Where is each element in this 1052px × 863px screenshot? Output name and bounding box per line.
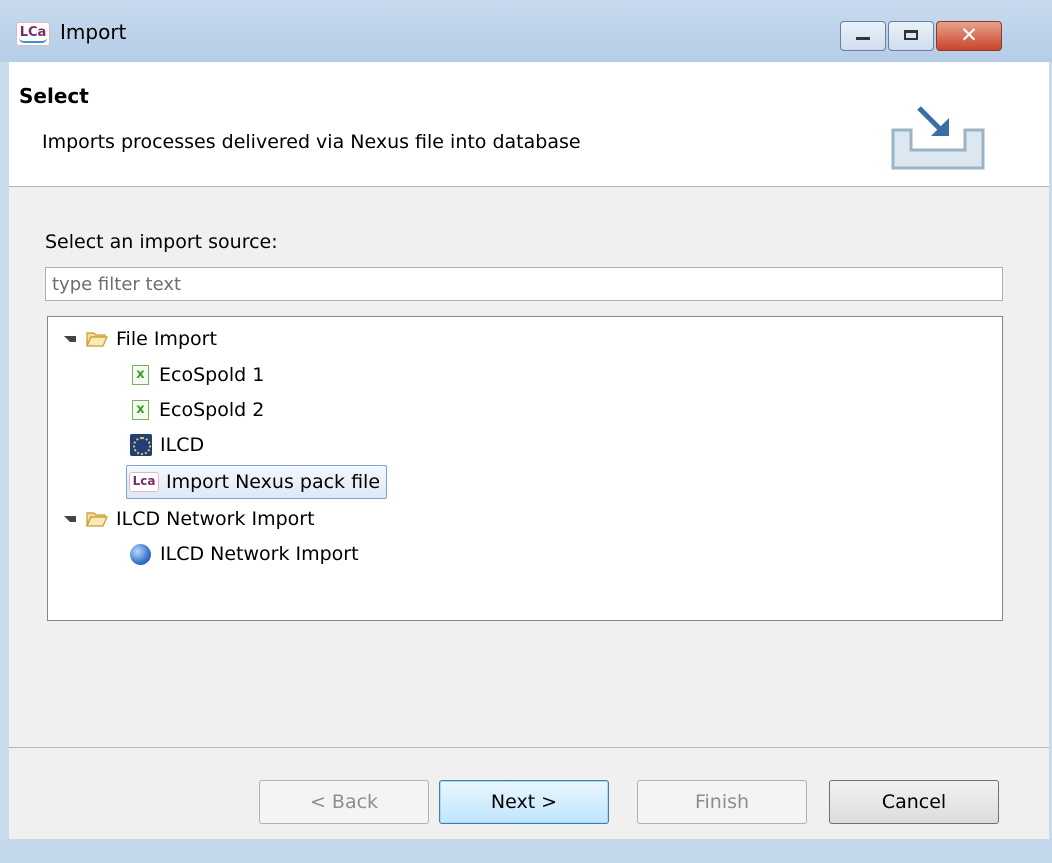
- title-bar[interactable]: LCa Import ✕: [0, 0, 1052, 62]
- wizard-content: Select an import source: File Import x E…: [9, 187, 1049, 747]
- tree-item-nexus-pack[interactable]: Lca Import Nexus pack file: [126, 465, 388, 499]
- tree-item-label: EcoSpold 2: [159, 399, 265, 421]
- window-bottom-border: [0, 839, 1052, 863]
- tree-item-ilcd[interactable]: ILCD: [130, 429, 204, 461]
- back-button[interactable]: < Back: [259, 780, 429, 824]
- close-button[interactable]: ✕: [936, 21, 1002, 51]
- tree-item-file-import[interactable]: File Import: [64, 323, 217, 355]
- page-description: Imports processes delivered via Nexus fi…: [42, 131, 581, 153]
- filter-input[interactable]: [45, 267, 1003, 301]
- folder-open-icon: [86, 512, 108, 527]
- close-icon: ✕: [960, 23, 978, 47]
- cancel-button[interactable]: Cancel: [829, 780, 999, 824]
- lca-app-icon: LCa: [16, 22, 50, 46]
- next-button[interactable]: Next >: [439, 780, 609, 824]
- lca-icon: Lca: [129, 472, 159, 492]
- tree-item-label: File Import: [116, 328, 217, 350]
- tree-item-label: ILCD Network Import: [116, 508, 315, 530]
- import-source-tree[interactable]: File Import x EcoSpold 1 x EcoSpold 2 IL…: [47, 316, 1003, 621]
- globe-icon: [130, 543, 151, 565]
- import-source-label: Select an import source:: [45, 231, 278, 253]
- expanded-twisty-icon[interactable]: [64, 336, 76, 342]
- minimize-button[interactable]: [840, 21, 886, 51]
- minimize-icon: [856, 37, 870, 40]
- finish-button[interactable]: Finish: [637, 780, 807, 824]
- ilcd-icon: [130, 434, 152, 456]
- tree-item-ecospold2[interactable]: x EcoSpold 2: [132, 394, 264, 426]
- import-wizard-icon: [891, 106, 985, 170]
- button-bar: < Back Next > Finish Cancel: [9, 748, 1049, 839]
- tree-item-label: Import Nexus pack file: [166, 471, 381, 493]
- tree-item-ilcd-network-group[interactable]: ILCD Network Import: [64, 503, 315, 535]
- folder-open-icon: [86, 332, 108, 347]
- maximize-button[interactable]: [888, 21, 934, 51]
- wizard-header: Select Imports processes delivered via N…: [9, 62, 1049, 187]
- tree-item-ilcd-network[interactable]: ILCD Network Import: [130, 538, 359, 570]
- tree-item-label: ILCD Network Import: [160, 543, 359, 565]
- tree-item-ecospold1[interactable]: x EcoSpold 1: [132, 359, 264, 391]
- page-title: Select: [19, 84, 89, 108]
- window-title: Import: [60, 20, 127, 44]
- excel-file-icon: x: [132, 400, 149, 420]
- import-dialog: LCa Import ✕ Select Imports processes de…: [0, 0, 1052, 863]
- excel-file-icon: x: [132, 365, 149, 385]
- maximize-icon: [904, 30, 918, 40]
- tree-item-label: EcoSpold 1: [159, 364, 265, 386]
- tree-item-label: ILCD: [160, 434, 205, 456]
- expanded-twisty-icon[interactable]: [64, 516, 76, 522]
